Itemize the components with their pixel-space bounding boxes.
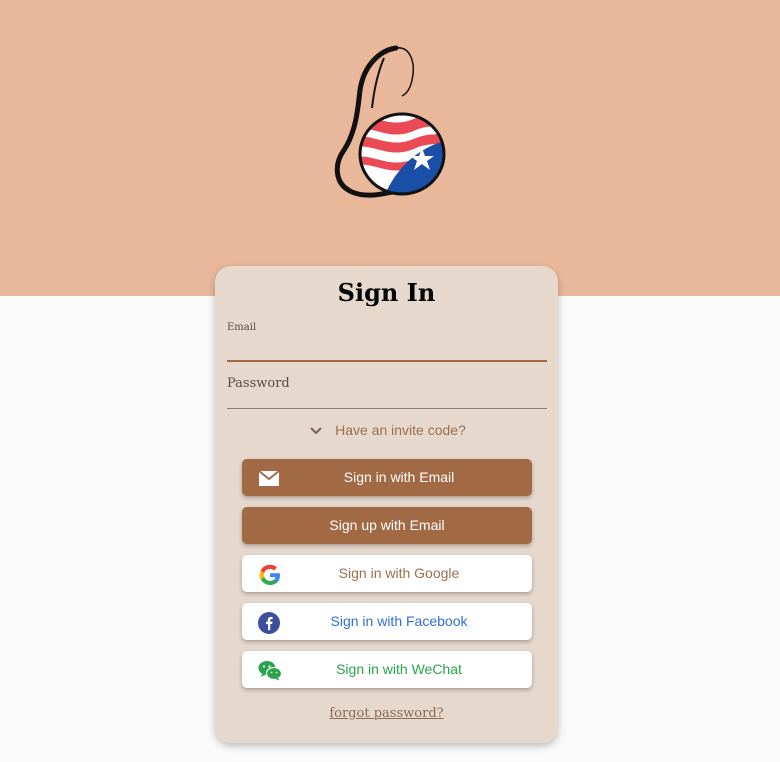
sign-in-email-button[interactable]: Sign in with Email <box>242 459 532 496</box>
forgot-password-link[interactable]: forgot password? <box>215 706 558 721</box>
sign-in-wechat-label: Sign in with WeChat <box>336 661 462 677</box>
chevron-down-icon <box>307 423 325 439</box>
invite-code-toggle[interactable]: Have an invite code? <box>215 422 558 439</box>
email-label: Email <box>227 322 257 333</box>
facebook-icon <box>258 611 280 634</box>
mail-icon <box>258 467 280 489</box>
sign-in-facebook-button[interactable]: Sign in with Facebook <box>242 603 532 640</box>
password-label: Password <box>227 376 290 391</box>
password-field[interactable]: Password <box>227 370 547 409</box>
sign-up-email-button[interactable]: Sign up with Email <box>242 507 532 544</box>
pregnant-woman-flag-logo <box>326 42 448 200</box>
google-icon <box>258 563 280 585</box>
sign-in-email-label: Sign in with Email <box>343 469 455 485</box>
sign-in-google-label: Sign in with Google <box>338 565 460 581</box>
page-title: Sign In <box>337 278 436 307</box>
sign-in-wechat-button[interactable]: Sign in with WeChat <box>242 651 532 688</box>
sign-in-facebook-label: Sign in with Facebook <box>330 613 468 629</box>
sign-up-email-label: Sign up with Email <box>329 517 445 533</box>
wechat-icon <box>258 659 283 681</box>
email-field[interactable]: Email <box>227 322 547 362</box>
sign-in-card: Sign In Email Password Have an invite co… <box>215 266 558 743</box>
sign-in-google-button[interactable]: Sign in with Google <box>242 555 532 592</box>
invite-code-label: Have an invite code? <box>335 422 466 438</box>
